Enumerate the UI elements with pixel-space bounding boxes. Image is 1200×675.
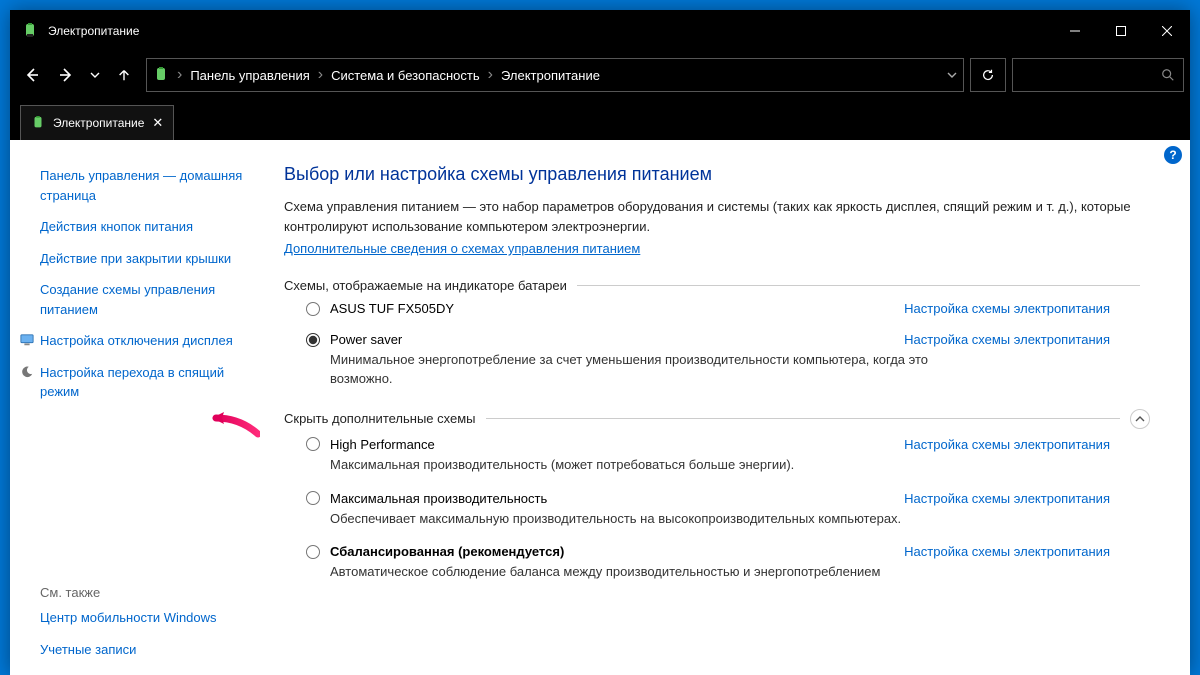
window: Электропитание › Панель управления › Сис…: [10, 10, 1190, 675]
plan-name: High Performance: [330, 437, 435, 452]
more-info-link[interactable]: Дополнительные сведения о схемах управле…: [284, 241, 640, 256]
plan-description: Автоматическое соблюдение баланса между …: [306, 563, 946, 582]
address-bar[interactable]: › Панель управления › Система и безопасн…: [146, 58, 964, 92]
moon-icon: [20, 365, 34, 379]
sidebar-see-also-heading: См. также: [40, 579, 256, 602]
plan-radio-max-performance[interactable]: Максимальная производительность: [306, 491, 547, 506]
maximize-button[interactable]: [1098, 10, 1144, 52]
plan-name: ASUS TUF FX505DY: [330, 301, 454, 316]
chevron-right-icon: ›: [177, 66, 182, 84]
plan-name: Максимальная производительность: [330, 491, 547, 506]
chevron-right-icon: ›: [318, 66, 323, 84]
plan-settings-link[interactable]: Настройка схемы электропитания: [904, 301, 1110, 316]
section-battery-heading: Схемы, отображаемые на индикаторе батаре…: [284, 278, 1150, 293]
plan-radio-high-performance[interactable]: High Performance: [306, 437, 435, 452]
main-panel: Выбор или настройка схемы управления пит…: [266, 140, 1190, 675]
sidebar-item-lid-action[interactable]: Действие при закрытии крышки: [40, 243, 256, 275]
search-input[interactable]: [1012, 58, 1184, 92]
page-title: Выбор или настройка схемы управления пит…: [284, 164, 1150, 185]
sidebar: Панель управления — домашняя страница Де…: [10, 140, 266, 675]
history-dropdown-button[interactable]: [84, 59, 106, 91]
sidebar-item-sleep[interactable]: Настройка перехода в спящий режим: [40, 357, 256, 408]
minimize-button[interactable]: [1052, 10, 1098, 52]
plan-max-performance: Максимальная производительность Настройк…: [284, 491, 1150, 529]
plan-radio-balanced[interactable]: Сбалансированная (рекомендуется): [306, 544, 564, 559]
plan-asus: ASUS TUF FX505DY Настройка схемы электро…: [284, 301, 1150, 316]
close-button[interactable]: [1144, 10, 1190, 52]
section-label: Скрыть дополнительные схемы: [284, 411, 476, 426]
breadcrumb-root[interactable]: Панель управления: [190, 68, 309, 83]
titlebar: Электропитание: [10, 10, 1190, 52]
window-title: Электропитание: [48, 24, 1052, 38]
refresh-button[interactable]: [970, 58, 1006, 92]
plan-radio-asus[interactable]: ASUS TUF FX505DY: [306, 301, 454, 316]
sidebar-item-label: Центр мобильности Windows: [40, 608, 217, 628]
back-button[interactable]: [16, 59, 48, 91]
plan-radio-power-saver[interactable]: Power saver: [306, 332, 402, 347]
sidebar-item-label: Создание схемы управления питанием: [40, 280, 256, 319]
forward-button[interactable]: [50, 59, 82, 91]
plan-settings-link[interactable]: Настройка схемы электропитания: [904, 491, 1110, 506]
divider: [577, 285, 1140, 286]
page-description: Схема управления питанием — это набор па…: [284, 197, 1150, 236]
sidebar-see-also-accounts[interactable]: Учетные записи: [40, 634, 256, 666]
sidebar-item-label: Панель управления — домашняя страница: [40, 166, 256, 205]
chevron-up-icon: [1135, 414, 1145, 424]
sidebar-see-also-mobility[interactable]: Центр мобильности Windows: [40, 602, 256, 634]
divider: [486, 418, 1120, 419]
sidebar-item-label: Настройка перехода в спящий режим: [40, 363, 256, 402]
plan-description: Минимальное энергопотребление за счет ум…: [306, 351, 946, 389]
up-button[interactable]: [108, 59, 140, 91]
sidebar-item-home[interactable]: Панель управления — домашняя страница: [40, 160, 256, 211]
monitor-icon: [20, 333, 34, 347]
sidebar-item-label: Настройка отключения дисплея: [40, 331, 233, 351]
plan-description: Обеспечивает максимальную производительн…: [306, 510, 946, 529]
plan-name: Сбалансированная (рекомендуется): [330, 544, 564, 559]
plan-settings-link[interactable]: Настройка схемы электропитания: [904, 544, 1110, 559]
sidebar-item-label: Учетные записи: [40, 640, 136, 660]
tab-label: Электропитание: [53, 116, 144, 130]
help-button[interactable]: ?: [1164, 146, 1182, 164]
tab-close-button[interactable]: ✕: [152, 115, 163, 131]
sidebar-item-label: Действия кнопок питания: [40, 217, 193, 237]
plan-name: Power saver: [330, 332, 402, 347]
collapse-button[interactable]: [1130, 409, 1150, 429]
section-label: Схемы, отображаемые на индикаторе батаре…: [284, 278, 567, 293]
sidebar-item-display-off[interactable]: Настройка отключения дисплея: [40, 325, 256, 357]
breadcrumb-mid[interactable]: Система и безопасность: [331, 68, 480, 83]
plan-settings-link[interactable]: Настройка схемы электропитания: [904, 332, 1110, 347]
search-icon: [1161, 68, 1175, 82]
section-extra-heading: Скрыть дополнительные схемы: [284, 409, 1150, 429]
battery-icon: [153, 67, 169, 83]
breadcrumb-leaf[interactable]: Электропитание: [501, 68, 600, 83]
tabbar: Электропитание ✕: [10, 98, 1190, 140]
sidebar-item-label: Действие при закрытии крышки: [40, 249, 231, 269]
plan-high-performance: High Performance Настройка схемы электро…: [284, 437, 1150, 475]
plan-description: Максимальная производительность (может п…: [306, 456, 946, 475]
plan-power-saver: Power saver Настройка схемы электропитан…: [284, 332, 1150, 389]
chevron-down-icon[interactable]: [947, 70, 957, 80]
window-controls: [1052, 10, 1190, 52]
chevron-right-icon: ›: [488, 66, 493, 84]
battery-icon: [31, 116, 45, 130]
content: ? Панель управления — домашняя страница …: [10, 140, 1190, 675]
app-icon: [22, 23, 38, 39]
navbar: › Панель управления › Система и безопасн…: [10, 52, 1190, 98]
plan-balanced: Сбалансированная (рекомендуется) Настрой…: [284, 544, 1150, 582]
sidebar-item-create-plan[interactable]: Создание схемы управления питанием: [40, 274, 256, 325]
plan-settings-link[interactable]: Настройка схемы электропитания: [904, 437, 1110, 452]
sidebar-item-power-buttons[interactable]: Действия кнопок питания: [40, 211, 256, 243]
tab-power[interactable]: Электропитание ✕: [20, 105, 174, 140]
